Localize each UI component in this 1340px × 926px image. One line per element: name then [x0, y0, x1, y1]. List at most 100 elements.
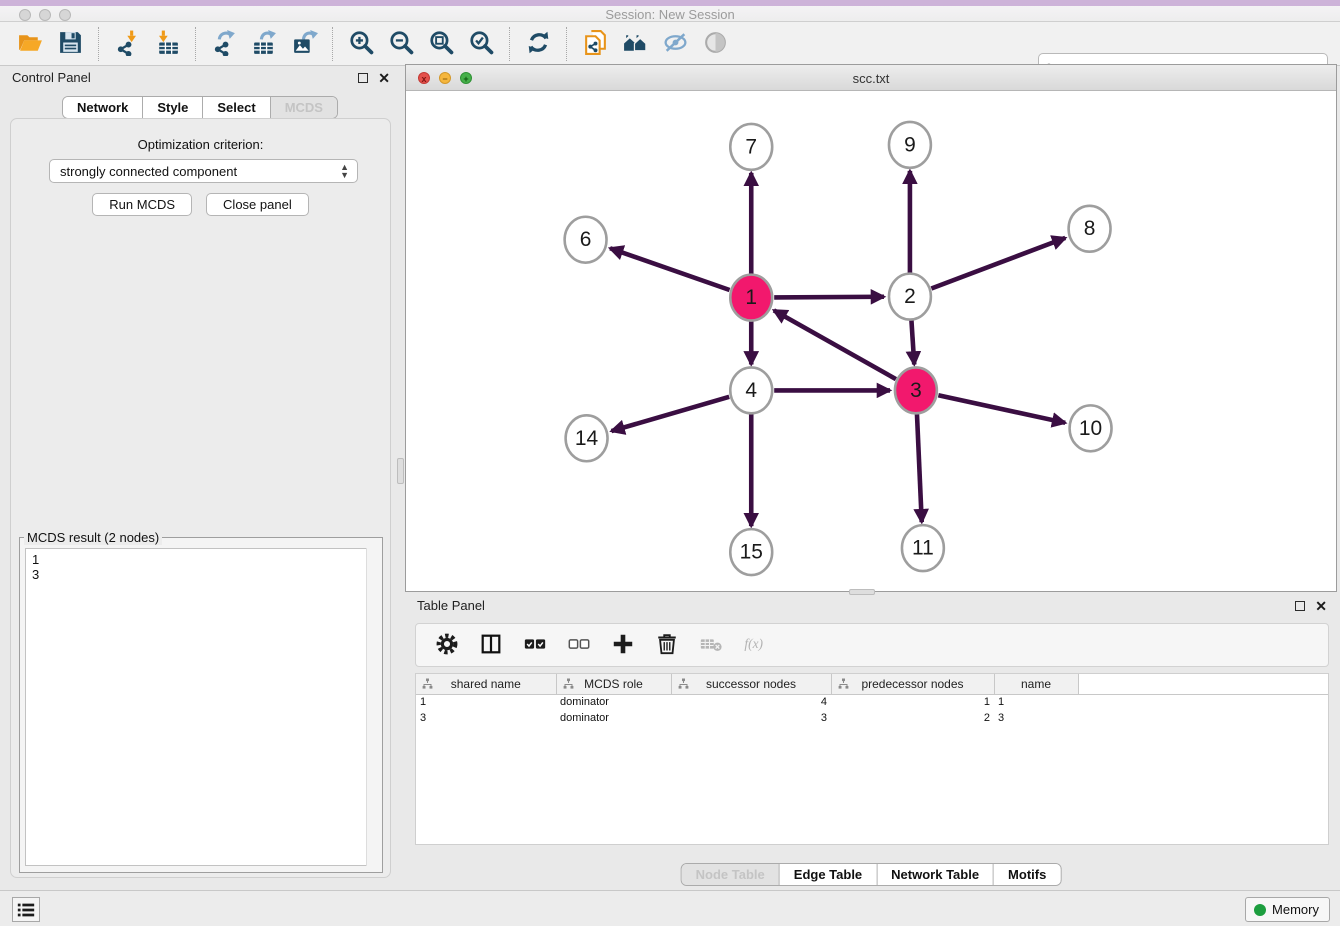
horizontal-splitter-handle[interactable] — [849, 589, 875, 595]
column-header-name[interactable]: name — [994, 674, 1078, 694]
graph-node-3[interactable]: 3 — [895, 367, 937, 413]
tab-network-table[interactable]: Network Table — [877, 864, 994, 885]
float-panel-icon[interactable] — [358, 73, 368, 83]
tab-motifs[interactable]: Motifs — [994, 864, 1060, 885]
graph-node-2[interactable]: 2 — [889, 274, 931, 320]
table-row[interactable]: 3dominator323 — [416, 710, 1328, 726]
export-table-icon — [251, 29, 278, 59]
column-header-predecessor-nodes[interactable]: predecessor nodes — [831, 674, 994, 694]
import-table-button[interactable] — [147, 27, 187, 61]
cell-shared-name[interactable]: 3 — [416, 710, 556, 726]
tab-edge-table[interactable]: Edge Table — [780, 864, 877, 885]
tab-node-table[interactable]: Node Table — [682, 864, 780, 885]
mcds-result-title: MCDS result (2 nodes) — [24, 530, 162, 545]
edge-4-14[interactable] — [611, 397, 729, 431]
first-neighbors-button[interactable] — [615, 27, 655, 61]
graph-node-4[interactable]: 4 — [730, 367, 772, 413]
refresh-button[interactable] — [518, 27, 558, 61]
duplicate-network-button[interactable] — [575, 27, 615, 61]
table-row[interactable]: 1dominator411 — [416, 694, 1328, 710]
delete-column-button[interactable] — [652, 630, 682, 660]
graph-node-14[interactable]: 14 — [566, 415, 608, 461]
edge-1-6[interactable] — [610, 248, 730, 290]
tab-select[interactable]: Select — [203, 97, 270, 118]
tab-style[interactable]: Style — [143, 97, 203, 118]
refresh-icon — [525, 29, 552, 59]
graph-node-8[interactable]: 8 — [1069, 206, 1111, 252]
control-panel-tabs: NetworkStyleSelectMCDS — [62, 96, 338, 119]
graph-node-6[interactable]: 6 — [565, 217, 607, 263]
cell-successor-nodes[interactable]: 4 — [671, 694, 831, 710]
zoom-in-button[interactable] — [341, 27, 381, 61]
optimization-criterion-select[interactable]: strongly connected component ▲▼ — [49, 159, 358, 183]
show-columns-button[interactable] — [476, 630, 506, 660]
cell-successor-nodes[interactable]: 3 — [671, 710, 831, 726]
cell-predecessor-nodes[interactable]: 1 — [831, 694, 994, 710]
add-column-button[interactable] — [608, 630, 638, 660]
table-settings-button[interactable] — [432, 630, 462, 660]
close-panel-button[interactable]: Close panel — [206, 193, 309, 216]
node-label: 14 — [575, 427, 599, 450]
export-image-icon — [291, 29, 318, 59]
close-panel-icon[interactable]: ✕ — [378, 73, 390, 83]
zoom-fit-button[interactable] — [421, 27, 461, 61]
close-table-panel-icon[interactable]: ✕ — [1315, 601, 1327, 611]
cell-MCDS-role[interactable]: dominator — [556, 710, 671, 726]
edge-1-2[interactable] — [774, 297, 884, 298]
run-mcds-button[interactable]: Run MCDS — [92, 193, 192, 216]
edge-3-11[interactable] — [917, 413, 922, 522]
edge-2-8[interactable] — [931, 238, 1065, 289]
column-label: name — [1021, 677, 1051, 691]
delete-table-icon — [699, 632, 723, 659]
gear-icon — [435, 632, 459, 659]
toolbar-separator — [332, 27, 333, 61]
zoom-out-button[interactable] — [381, 27, 421, 61]
open-session-button[interactable] — [10, 27, 50, 61]
network-window-titlebar[interactable]: x − + scc.txt — [406, 65, 1336, 91]
export-image-button[interactable] — [284, 27, 324, 61]
export-table-button[interactable] — [244, 27, 284, 61]
network-canvas[interactable]: 7 9 6 8 1 2 4 3 14 10 15 11 — [406, 91, 1336, 591]
cell-name[interactable]: 1 — [994, 694, 1078, 710]
zoom-selected-button[interactable] — [461, 27, 501, 61]
cell-MCDS-role[interactable]: dominator — [556, 694, 671, 710]
columns-icon — [479, 632, 503, 659]
optimization-criterion-label: Optimization criterion: — [11, 137, 390, 152]
graph-node-10[interactable]: 10 — [1070, 405, 1112, 451]
edge-3-10[interactable] — [938, 395, 1065, 423]
column-header-MCDS-role[interactable]: MCDS role — [556, 674, 671, 694]
vertical-splitter-handle[interactable] — [397, 458, 404, 484]
edge-3-1[interactable] — [774, 310, 896, 379]
node-label: 3 — [910, 379, 922, 402]
memory-label: Memory — [1272, 902, 1319, 917]
graph-node-7[interactable]: 7 — [730, 124, 772, 170]
export-network-button[interactable] — [204, 27, 244, 61]
graph-node-11[interactable]: 11 — [902, 525, 944, 571]
memory-button[interactable]: Memory — [1245, 897, 1330, 922]
save-session-button[interactable] — [50, 27, 90, 61]
cell-shared-name[interactable]: 1 — [416, 694, 556, 710]
column-header-successor-nodes[interactable]: successor nodes — [671, 674, 831, 694]
graph-node-9[interactable]: 9 — [889, 122, 931, 168]
column-header-shared-name[interactable]: shared name — [416, 674, 556, 694]
float-table-panel-icon[interactable] — [1295, 601, 1305, 611]
mcds-result-text[interactable]: 1 3 — [25, 548, 377, 866]
select-all-button[interactable] — [520, 630, 550, 660]
result-scrollbar[interactable] — [366, 548, 377, 866]
import-network-button[interactable] — [107, 27, 147, 61]
network-graph[interactable]: 7 9 6 8 1 2 4 3 14 10 15 11 — [406, 91, 1336, 591]
import-table-icon — [154, 29, 181, 59]
tab-mcds[interactable]: MCDS — [271, 97, 337, 118]
graph-node-1[interactable]: 1 — [730, 275, 772, 321]
task-history-button[interactable] — [12, 897, 40, 922]
cell-predecessor-nodes[interactable]: 2 — [831, 710, 994, 726]
hide-selected-button[interactable] — [655, 27, 695, 61]
table-panel: Table Panel ✕ f(x) shared nameMCDS roles… — [405, 596, 1337, 888]
graph-node-15[interactable]: 15 — [730, 529, 772, 575]
cell-name[interactable]: 3 — [994, 710, 1078, 726]
deselect-all-button[interactable] — [564, 630, 594, 660]
trash-icon — [655, 632, 679, 659]
column-label: shared name — [451, 677, 521, 691]
tab-network[interactable]: Network — [63, 97, 143, 118]
edge-2-3[interactable] — [911, 319, 914, 364]
